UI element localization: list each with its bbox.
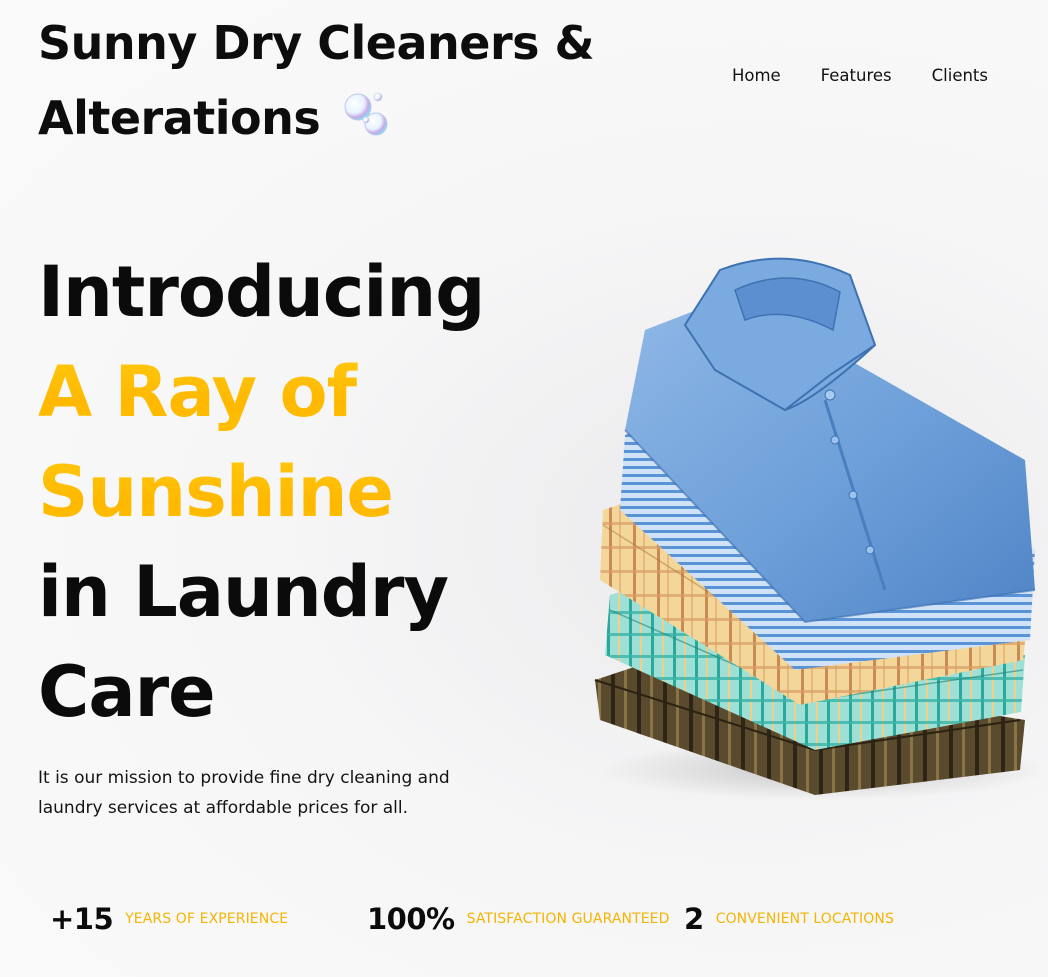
stat-value: 2 [684,902,704,936]
hero-line-care: Care [38,651,216,733]
stat-satisfaction: 100% SATISFACTION GUARANTEED [367,902,684,936]
hero-accent-line-2: Sunshine [38,442,578,542]
mission-statement: It is our mission to provide fine dry cl… [38,768,450,818]
folded-shirts-image [585,250,1048,810]
brand-name-line1: Sunny Dry Cleaners & [38,16,595,70]
hero-accent-line-1: A Ray of [38,342,578,442]
nav-home-link[interactable]: Home [732,66,781,85]
stat-value: 100% [367,902,455,936]
hero-line-in-laundry: in Laundry [38,551,449,633]
nav-features-link[interactable]: Features [821,66,892,85]
stat-label: CONVENIENT LOCATIONS [715,911,894,927]
stats-bar: +15 YEARS OF EXPERIENCE 100% SATISFACTIO… [50,902,894,936]
main-nav: Home Features Clients [732,66,988,85]
stat-locations: 2 CONVENIENT LOCATIONS [684,902,894,936]
stat-experience: +15 YEARS OF EXPERIENCE [50,902,367,936]
stat-label: SATISFACTION GUARANTEED [466,911,670,927]
nav-clients-link[interactable]: Clients [932,66,988,85]
brand-name-line2: Alterations [38,91,321,145]
stat-label: YEARS OF EXPERIENCE [125,911,289,927]
hero-line-introducing: Introducing [38,251,485,333]
hero-headline: Introducing A Ray of Sunshine in Laundry… [38,242,578,742]
brand-logo-text[interactable]: Sunny Dry Cleaners & Alterations [38,6,638,159]
stat-value: +15 [50,902,114,936]
soap-bubbles-icon [342,84,392,159]
